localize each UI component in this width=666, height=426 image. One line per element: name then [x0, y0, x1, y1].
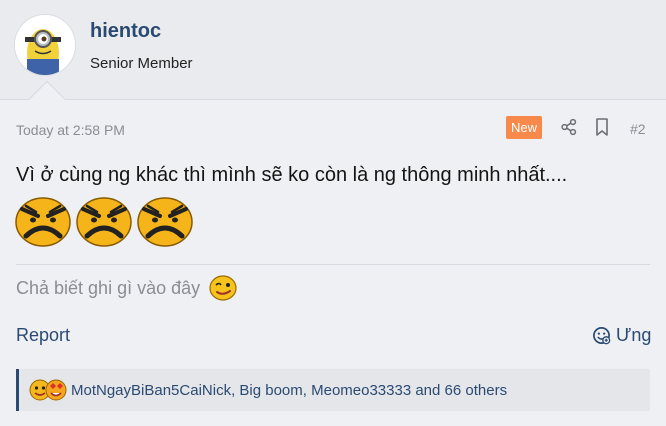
post-number[interactable]: #2 — [630, 121, 646, 137]
post-meta: Today at 2:58 PM New #2 — [0, 112, 666, 144]
signature-text: Chả biết ghi gì vào đây — [16, 278, 201, 298]
avatar[interactable] — [14, 14, 76, 76]
signature-divider — [16, 264, 650, 265]
react-label: Ưng — [616, 325, 652, 345]
new-badge: New — [506, 116, 543, 139]
angry-face-icon — [15, 197, 71, 247]
username[interactable]: hientoc — [90, 20, 161, 43]
reactions-bar: MotNgayBiBan5CaiNick, Big boom, Meomeo33… — [16, 369, 650, 411]
share-icon[interactable] — [560, 118, 578, 136]
reaction-emojis-icon[interactable] — [29, 378, 69, 402]
post-timestamp[interactable]: Today at 2:58 PM — [16, 122, 125, 138]
bookmark-icon[interactable] — [594, 117, 610, 137]
react-smiley-icon — [593, 327, 611, 345]
angry-face-icon — [137, 197, 193, 247]
angry-face-icon — [76, 197, 132, 247]
minion-avatar-icon — [15, 15, 75, 75]
user-header: hientoc Senior Member — [0, 0, 666, 118]
report-link[interactable]: Report — [16, 325, 70, 346]
user-title: Senior Member — [90, 55, 193, 72]
smiley-icon — [209, 275, 237, 301]
reaction-users-link[interactable]: MotNgayBiBan5CaiNick, Big boom, Meomeo33… — [71, 382, 507, 399]
post-message: Vì ở cùng ng khác thì mình sẽ ko còn là … — [16, 164, 568, 186]
